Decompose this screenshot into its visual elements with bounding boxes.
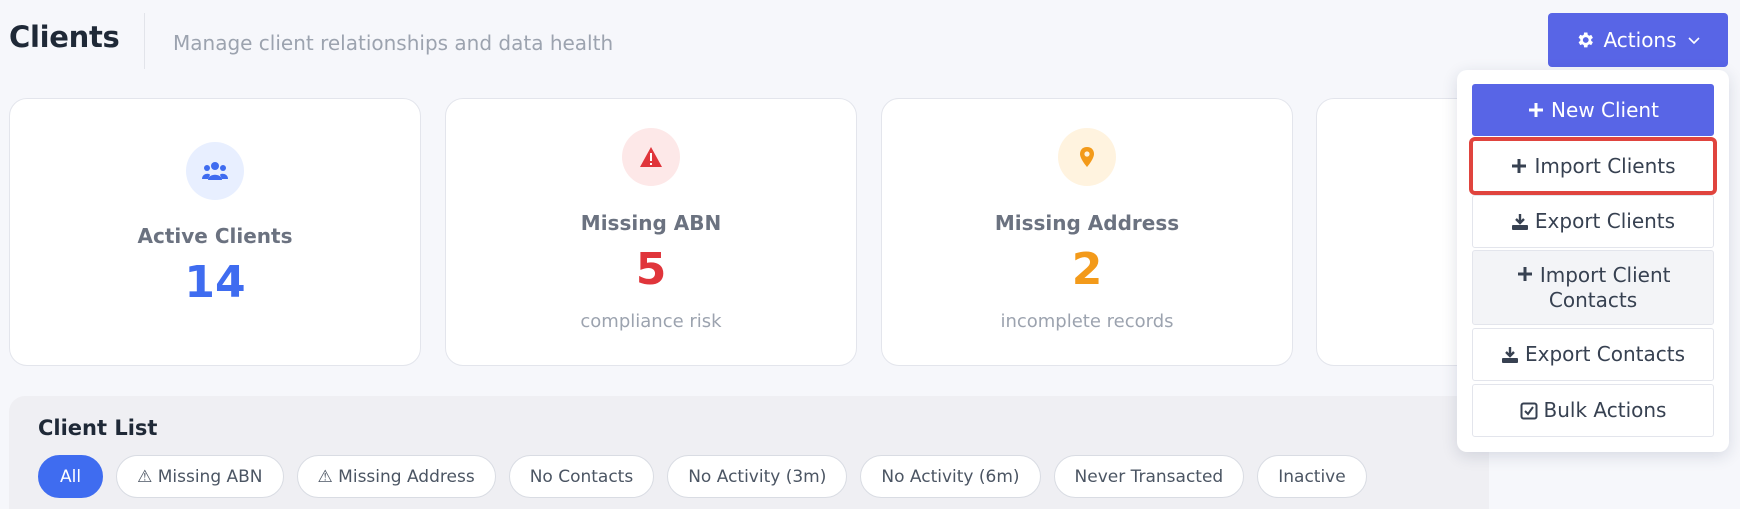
menu-item-text: Import Client Contacts bbox=[1508, 263, 1678, 312]
filter-chips: All ⚠ Missing ABN ⚠ Missing Address No C… bbox=[38, 455, 1367, 498]
filter-no-activity-6m[interactable]: No Activity (6m) bbox=[860, 455, 1041, 498]
menu-export-clients[interactable]: Export Clients bbox=[1472, 195, 1714, 248]
plus-icon bbox=[1512, 159, 1527, 173]
filter-no-activity-3m[interactable]: No Activity (3m) bbox=[667, 455, 848, 498]
map-pin-icon bbox=[1058, 128, 1116, 186]
stat-label: Missing Address bbox=[994, 211, 1180, 235]
chevron-down-icon bbox=[1687, 37, 1700, 45]
users-icon bbox=[186, 142, 244, 200]
menu-export-contacts[interactable]: Export Contacts bbox=[1472, 328, 1714, 381]
menu-new-client[interactable]: New Client bbox=[1472, 84, 1714, 136]
menu-import-clients[interactable]: Import Clients bbox=[1472, 140, 1714, 192]
filter-all[interactable]: All bbox=[38, 455, 104, 498]
page-header: Clients Manage client relationships and … bbox=[0, 0, 1740, 80]
actions-label: Actions bbox=[1603, 28, 1677, 52]
stat-subtext: incomplete records bbox=[1000, 311, 1174, 332]
title-divider bbox=[144, 13, 145, 69]
menu-item-label: Export Clients bbox=[1534, 209, 1676, 234]
stat-value: 5 bbox=[635, 244, 667, 295]
page-title: Clients bbox=[9, 20, 120, 54]
download-icon bbox=[1511, 213, 1528, 230]
checkbox-icon bbox=[1520, 402, 1538, 419]
filter-missing-abn[interactable]: ⚠ Missing ABN bbox=[116, 455, 284, 498]
stat-card-missing-abn: Missing ABN 5 compliance risk bbox=[445, 98, 857, 366]
stat-value: 14 bbox=[184, 257, 246, 308]
gear-icon bbox=[1579, 32, 1594, 48]
warning-icon bbox=[622, 128, 680, 186]
menu-item-label: Bulk Actions bbox=[1543, 398, 1667, 423]
client-list-title: Client List bbox=[38, 416, 158, 440]
actions-button[interactable]: Actions bbox=[1548, 13, 1728, 67]
filter-no-contacts[interactable]: No Contacts bbox=[508, 455, 655, 498]
menu-import-client-contacts[interactable]: Import Client Contacts bbox=[1472, 250, 1714, 325]
plus-icon bbox=[1529, 103, 1544, 117]
menu-bulk-actions[interactable]: Bulk Actions bbox=[1472, 384, 1714, 437]
stat-subtext: compliance risk bbox=[580, 311, 722, 332]
filter-inactive[interactable]: Inactive bbox=[1257, 455, 1367, 498]
menu-item-label: Export Contacts bbox=[1524, 342, 1686, 367]
filter-missing-address[interactable]: ⚠ Missing Address bbox=[296, 455, 496, 498]
menu-item-label: New Client bbox=[1551, 97, 1659, 122]
menu-item-label: Import Clients bbox=[1534, 153, 1676, 178]
page-subtitle: Manage client relationships and data hea… bbox=[173, 31, 614, 55]
stat-value: 2 bbox=[1071, 244, 1103, 295]
stat-card-missing-address: Missing Address 2 incomplete records bbox=[881, 98, 1293, 366]
stat-card-active-clients: Active Clients 14 bbox=[9, 98, 421, 366]
stat-label: Active Clients bbox=[137, 224, 293, 248]
actions-dropdown: New Client Import Clients Export Clients… bbox=[1457, 70, 1729, 452]
filter-never-transacted[interactable]: Never Transacted bbox=[1053, 455, 1245, 498]
plus-icon bbox=[1517, 267, 1532, 282]
download-icon bbox=[1501, 346, 1518, 363]
stat-label: Missing ABN bbox=[580, 211, 722, 235]
menu-item-label: Import Client Contacts bbox=[1539, 263, 1671, 312]
